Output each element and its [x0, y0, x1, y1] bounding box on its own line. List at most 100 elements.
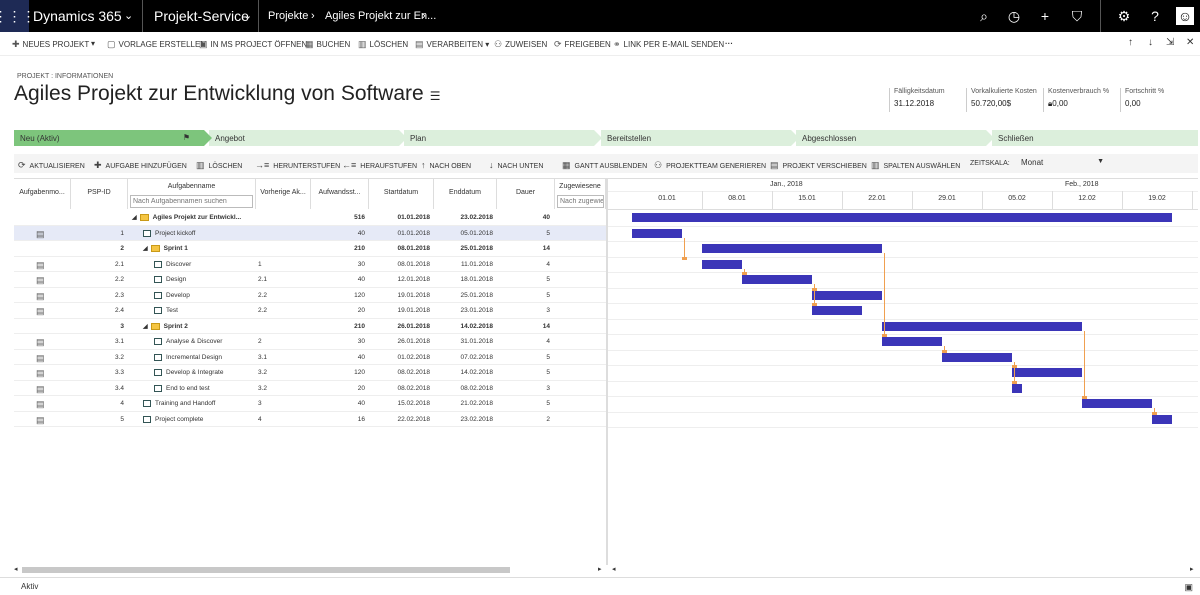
task-name-cell[interactable]: End to end test	[154, 384, 210, 392]
col-header-predecessors[interactable]: Vorherige Ak...	[256, 179, 311, 209]
plus-icon[interactable]: +	[1037, 8, 1053, 24]
duration-cell[interactable]: 5	[497, 230, 550, 237]
col-header-effort[interactable]: Aufwandsst...	[311, 179, 369, 209]
psp-id-cell[interactable]: 3.4	[71, 385, 124, 392]
table-row[interactable]: ▤ 2.4 Test 2.2 20 19.01.2018 23.01.2018 3	[14, 303, 606, 319]
add-task-button[interactable]: ✚ Aufgabe hinzufügen	[94, 160, 187, 171]
table-row[interactable]: 2 ◢ Sprint 1 210 08.01.2018 25.01.2018 14	[14, 241, 606, 257]
delete-button[interactable]: ▥ Löschen	[358, 39, 408, 50]
effort-cell[interactable]: 40	[311, 354, 365, 361]
header-field-progress[interactable]: Fortschritt % 0,00	[1120, 88, 1194, 112]
effort-cell[interactable]: 120	[311, 369, 365, 376]
psp-id-cell[interactable]: 3.3	[71, 369, 124, 376]
end-date-cell[interactable]: 25.01.2018	[434, 245, 493, 252]
task-name-search-input[interactable]	[130, 195, 253, 208]
table-row[interactable]: ▤ 5 Project complete 4 16 22.02.2018 23.02.201…	[14, 412, 606, 427]
duration-cell[interactable]: 14	[497, 323, 550, 330]
email-link-button[interactable]: ⚭ Link per E-Mail senden	[613, 39, 724, 50]
effort-cell[interactable]: 40	[311, 276, 365, 283]
gantt-bar[interactable]	[702, 244, 882, 253]
hide-gantt-button[interactable]: ▦ Gantt ausblenden	[562, 160, 647, 171]
start-date-cell[interactable]: 08.02.2018	[369, 369, 430, 376]
share-button[interactable]: ⟳ Freigeben	[554, 39, 611, 50]
duration-cell[interactable]: 4	[497, 338, 550, 345]
filter-icon[interactable]: ⛉	[1069, 8, 1085, 25]
col-header-assigned[interactable]: Zugewiesene	[555, 179, 606, 209]
col-header-task-mode[interactable]: Aufgabenmo...	[14, 179, 71, 209]
refresh-button[interactable]: ⟳ Aktualisieren	[18, 160, 85, 171]
header-field-cost-consumption[interactable]: Kostenverbrauch % 🔒︎0,00	[1043, 88, 1117, 112]
psp-id-cell[interactable]: 3.2	[71, 354, 124, 361]
scroll-left-icon[interactable]: ◂	[14, 565, 18, 573]
app-launcher-icon[interactable]: ⋮⋮⋮	[0, 0, 36, 32]
duration-cell[interactable]: 3	[497, 385, 550, 392]
move-project-button[interactable]: ▤ Projekt verschieben	[770, 160, 867, 171]
duration-cell[interactable]: 40	[497, 214, 550, 221]
stage-deploy[interactable]: Bereitstellen	[601, 130, 799, 146]
popout-icon[interactable]: ⇲	[1166, 37, 1174, 48]
end-date-cell[interactable]: 08.02.2018	[434, 385, 493, 392]
collapse-icon[interactable]: ◢	[132, 215, 137, 221]
breadcrumb-project[interactable]: Agiles Projekt zur En...	[325, 10, 436, 22]
new-project-button[interactable]: ✚ Neues Projekt	[12, 39, 89, 50]
task-name-cell[interactable]: Project kickoff	[143, 229, 195, 237]
effort-cell[interactable]: 210	[311, 323, 365, 330]
duration-cell[interactable]: 3	[497, 307, 550, 314]
psp-id-cell[interactable]: 1	[71, 230, 124, 237]
start-date-cell[interactable]: 08.01.2018	[369, 261, 430, 268]
book-button[interactable]: ▦ Buchen	[305, 39, 350, 50]
effort-cell[interactable]: 40	[311, 230, 365, 237]
stage-plan[interactable]: Plan	[404, 130, 602, 146]
grid-horizontal-scrollbar[interactable]	[22, 567, 510, 573]
table-row[interactable]: ▤ 3.4 End to end test 3.2 20 08.02.2018 08.02.…	[14, 381, 606, 396]
end-date-cell[interactable]: 14.02.2018	[434, 369, 493, 376]
chevron-down-icon[interactable]: ⌄	[243, 9, 252, 22]
predecessor-cell[interactable]: 2.2	[258, 292, 267, 299]
predecessor-cell[interactable]: 3.2	[258, 385, 267, 392]
scroll-right-icon[interactable]: ▸	[1190, 565, 1194, 573]
stage-new[interactable]: Neu (Aktiv) ⚑	[14, 130, 212, 146]
duration-cell[interactable]: 2	[497, 416, 550, 423]
gantt-bar[interactable]	[812, 306, 862, 315]
start-date-cell[interactable]: 12.01.2018	[369, 276, 430, 283]
promote-button[interactable]: ←≡ Heraufstufen	[342, 160, 417, 170]
duration-cell[interactable]: 5	[497, 276, 550, 283]
psp-id-cell[interactable]: 3	[71, 323, 124, 330]
stage-completed[interactable]: Abgeschlossen	[796, 130, 994, 146]
gantt-bar[interactable]	[1012, 368, 1082, 377]
effort-cell[interactable]: 20	[311, 385, 365, 392]
effort-cell[interactable]: 210	[311, 245, 365, 252]
select-columns-button[interactable]: ▥ Spalten auswählen	[871, 160, 960, 171]
gantt-bar[interactable]	[1152, 414, 1172, 424]
table-row[interactable]: ▤ 1 Project kickoff 40 01.01.2018 05.01.2018 5	[14, 225, 606, 241]
effort-cell[interactable]: 120	[311, 292, 365, 299]
app-name[interactable]: Projekt-Service	[154, 8, 249, 24]
predecessor-cell[interactable]: 1	[258, 261, 262, 268]
col-header-psp-id[interactable]: PSP-ID	[71, 179, 128, 209]
col-header-start-date[interactable]: Startdatum	[369, 179, 434, 209]
end-date-cell[interactable]: 07.02.2018	[434, 354, 493, 361]
header-field-due-date[interactable]: Fälligkeitsdatum 31.12.2018	[889, 88, 961, 112]
effort-cell[interactable]: 516	[311, 214, 365, 221]
chevron-right-icon[interactable]: ›	[422, 10, 426, 22]
duration-cell[interactable]: 5	[497, 369, 550, 376]
collapse-icon[interactable]: ◢	[143, 324, 148, 330]
task-name-cell[interactable]: Test	[154, 307, 178, 314]
assigned-search-input[interactable]	[557, 195, 604, 208]
end-date-cell[interactable]: 23.02.2018	[434, 416, 493, 423]
end-date-cell[interactable]: 31.01.2018	[434, 338, 493, 345]
scroll-right-icon[interactable]: ▸	[598, 565, 602, 573]
start-date-cell[interactable]: 19.01.2018	[369, 307, 430, 314]
end-date-cell[interactable]: 18.01.2018	[434, 276, 493, 283]
end-date-cell[interactable]: 21.02.2018	[434, 400, 493, 407]
task-name-cell[interactable]: ◢ Sprint 1	[143, 245, 188, 252]
end-date-cell[interactable]: 05.01.2018	[434, 230, 493, 237]
delete-task-button[interactable]: ▥ Löschen	[196, 160, 242, 171]
gantt-bar[interactable]	[702, 259, 742, 269]
predecessor-cell[interactable]: 3.1	[258, 354, 267, 361]
table-row[interactable]: 3 ◢ Sprint 2 210 26.01.2018 14.02.2018 14	[14, 319, 606, 334]
start-date-cell[interactable]: 08.01.2018	[369, 245, 430, 252]
collapse-icon[interactable]: ◢	[143, 246, 148, 252]
search-icon[interactable]: ⌕	[976, 8, 992, 25]
end-date-cell[interactable]: 25.01.2018	[434, 292, 493, 299]
